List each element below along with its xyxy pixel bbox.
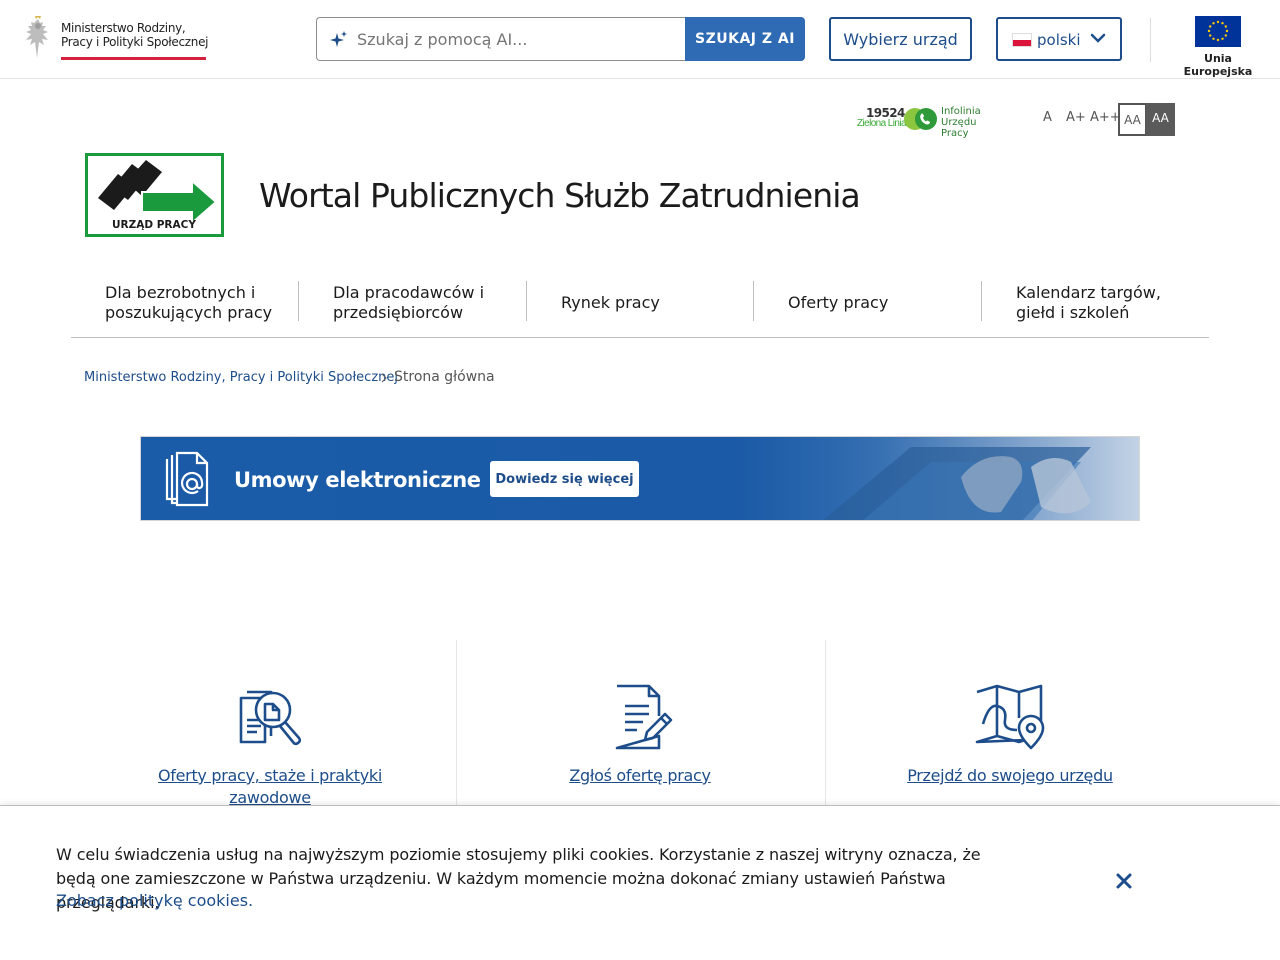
phone-icon <box>904 108 937 130</box>
nav-divider <box>981 281 982 321</box>
nav-divider <box>298 281 299 321</box>
document-edit-icon <box>615 684 673 750</box>
nav-item-employers[interactable]: Dla pracodawców i przedsiębiorców <box>333 278 523 328</box>
font-size-xlarge[interactable]: A++ <box>1090 110 1121 125</box>
breadcrumb-current: Strona główna <box>394 369 495 385</box>
ai-sparkle-icon <box>330 31 347 47</box>
urzad-pracy-logo[interactable]: URZĄD PRACY <box>85 153 224 237</box>
job-search-icon <box>239 690 302 746</box>
infoline-widget[interactable]: 19524 Zielona Linia Infolinia Urzędu Prac… <box>857 106 1007 139</box>
tile-job-offers[interactable]: Oferty pracy, staże i praktyki zawodowe <box>85 640 455 810</box>
eu-label: Unia Europejska <box>1183 52 1253 78</box>
map-pin-icon <box>975 684 1045 750</box>
nav-item-job-offers[interactable]: Oferty pracy <box>788 278 978 328</box>
infoline-brand: Zielona Linia <box>857 118 907 129</box>
cookie-policy-link[interactable]: Zobacz politykę cookies. <box>56 891 253 910</box>
learn-more-button[interactable]: Dowiedz się więcej <box>490 461 639 497</box>
urzad-pracy-logo-icon: URZĄD PRACY <box>98 160 218 231</box>
nav-divider <box>526 281 527 321</box>
tile-submit-offer[interactable]: Zgłoś ofertę pracy <box>455 640 825 810</box>
eu-flag-icon[interactable] <box>1195 16 1241 47</box>
select-office-button[interactable]: Wybierz urząd <box>829 17 972 61</box>
language-label: polski <box>1037 31 1081 49</box>
language-select[interactable]: polski <box>996 17 1122 61</box>
nav-divider <box>753 281 754 321</box>
nav-item-events-calendar[interactable]: Kalendarz targów, giełd i szkoleń <box>1016 278 1206 328</box>
breadcrumb-ministry-link[interactable]: Ministerstwo Rodziny, Pracy i Polityki S… <box>84 370 398 385</box>
chevron-down-icon <box>1090 33 1106 43</box>
search-field <box>316 17 686 61</box>
promo-banner[interactable]: Umowy elektroniczne Dowiedz się więcej <box>140 436 1140 521</box>
cookie-banner: W celu świadczenia usług na najwyższym p… <box>0 805 1280 960</box>
close-cookie-button[interactable] <box>1112 869 1136 893</box>
ministry-logo[interactable]: Ministerstwo Rodziny, Pracy i Polityki S… <box>18 16 218 62</box>
chevron-right-icon <box>381 373 387 383</box>
main-nav: Dla bezrobotnych i poszukujących pracy Dl… <box>71 270 1209 338</box>
nav-item-labor-market[interactable]: Rynek pracy <box>561 278 751 328</box>
tile-your-office[interactable]: Przejdź do swojego urzędu <box>825 640 1195 810</box>
search-input[interactable] <box>357 18 677 60</box>
laptop-photo <box>791 437 1139 520</box>
header-divider <box>1150 18 1151 62</box>
banner-title: Umowy elektroniczne <box>234 468 481 492</box>
top-bar: Ministerstwo Rodziny, Pracy i Polityki S… <box>0 0 1280 79</box>
ministry-name: Ministerstwo Rodziny, Pracy i Polityki S… <box>61 21 209 49</box>
ministry-red-line <box>61 57 206 60</box>
close-icon <box>1116 873 1132 889</box>
tile-your-office-link[interactable]: Przejdź do swojego urzędu <box>865 765 1155 787</box>
site-title: Wortal Publicznych Służb Zatrudnienia <box>259 176 861 215</box>
font-size-large[interactable]: A+ <box>1066 110 1086 125</box>
tile-job-offers-link[interactable]: Oferty pracy, staże i praktyki zawodowe <box>125 765 415 809</box>
ai-search-button[interactable]: SZUKAJ Z AI <box>685 17 805 61</box>
nav-item-unemployed[interactable]: Dla bezrobotnych i poszukujących pracy <box>105 278 295 328</box>
contrast-normal-button[interactable]: AA <box>1118 103 1147 136</box>
polish-flag-icon <box>1012 33 1032 47</box>
contrast-high-button[interactable]: AA <box>1146 103 1175 136</box>
infoline-label: Infolinia Urzędu Pracy <box>941 106 981 139</box>
svg-text:URZĄD PRACY: URZĄD PRACY <box>112 219 196 231</box>
font-size-normal[interactable]: A <box>1043 110 1052 125</box>
electronic-contract-icon <box>165 451 209 507</box>
polish-eagle-icon <box>26 16 48 58</box>
tile-submit-offer-link[interactable]: Zgłoś ofertę pracy <box>495 765 785 787</box>
